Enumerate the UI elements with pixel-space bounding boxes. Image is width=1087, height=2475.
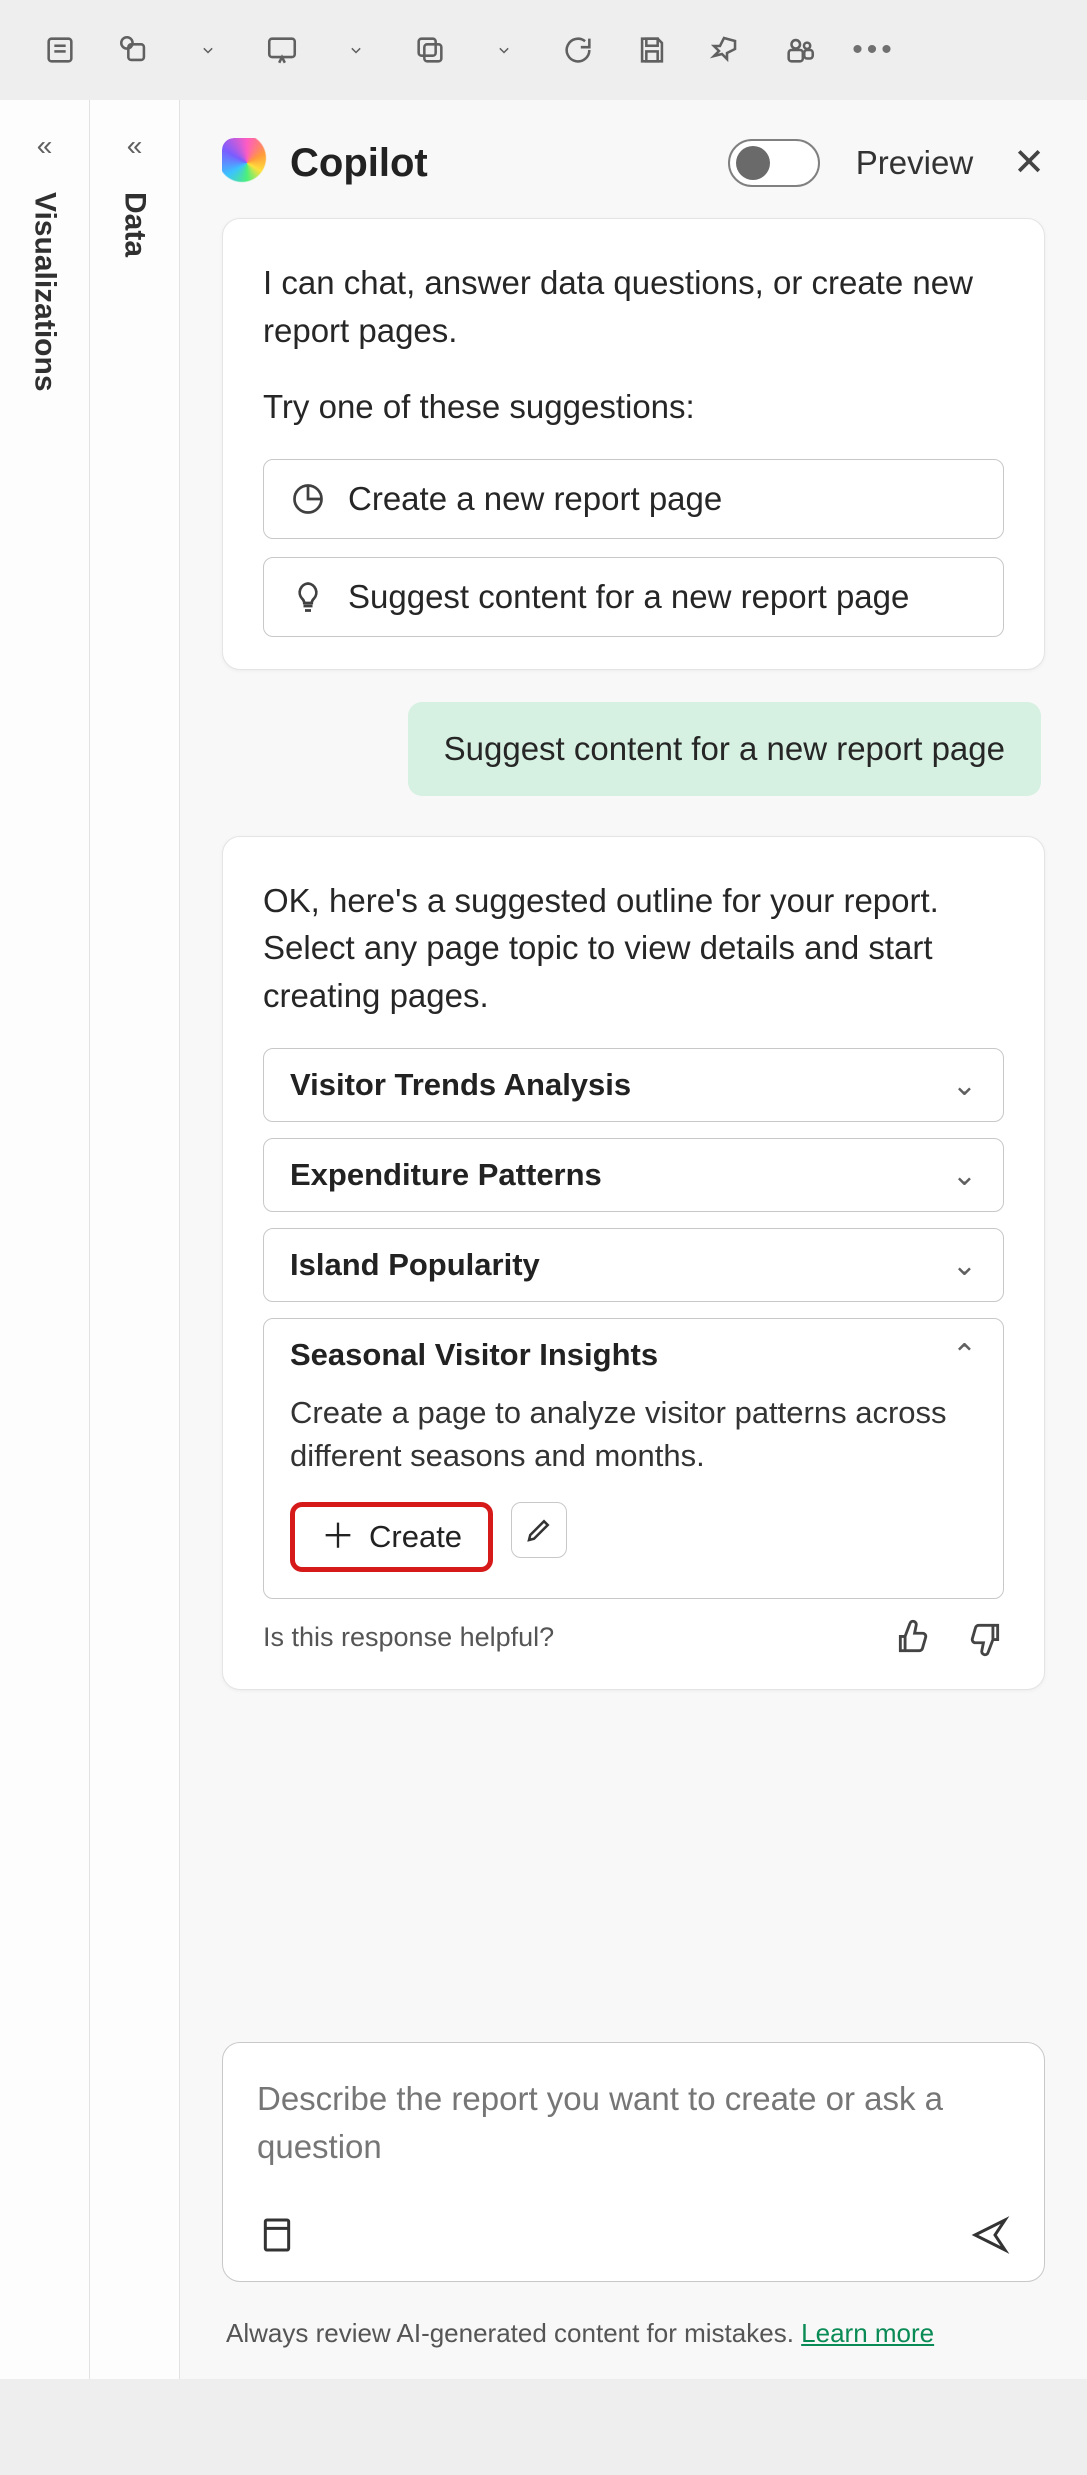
preview-toggle[interactable] <box>728 139 820 187</box>
chevron-down-icon[interactable] <box>188 30 228 70</box>
intro-card: I can chat, answer data questions, or cr… <box>222 218 1045 670</box>
lightbulb-icon <box>290 579 326 615</box>
pane-header: Copilot Preview ✕ <box>222 100 1045 218</box>
chevron-up-icon: ⌃ <box>952 1338 977 1373</box>
save-icon[interactable] <box>632 30 672 70</box>
footer-note: Always review AI-generated content for m… <box>222 2308 1045 2379</box>
topic-visitor-trends[interactable]: Visitor Trends Analysis ⌄ <box>263 1048 1004 1122</box>
pin-icon[interactable] <box>706 30 746 70</box>
thumbs-down-icon[interactable] <box>966 1619 1004 1657</box>
edit-button[interactable] <box>511 1502 567 1558</box>
create-button[interactable]: ＋ Create <box>290 1502 493 1572</box>
input-placeholder: Describe the report you want to create o… <box>257 2075 1010 2171</box>
feedback-row: Is this response helpful? <box>263 1619 1004 1657</box>
more-icon[interactable]: ••• <box>854 30 894 70</box>
create-button-label: Create <box>369 1519 462 1555</box>
collapse-icon[interactable]: « <box>37 130 53 162</box>
user-message: Suggest content for a new report page <box>408 702 1041 796</box>
refresh-icon[interactable] <box>558 30 598 70</box>
sidebar-label: Data <box>118 192 152 257</box>
close-icon[interactable]: ✕ <box>1013 144 1045 182</box>
chat-input[interactable]: Describe the report you want to create o… <box>222 2042 1045 2282</box>
sidebar-visualizations[interactable]: « Visualizations <box>0 100 90 2379</box>
preview-label: Preview <box>856 144 973 182</box>
topic-title: Seasonal Visitor Insights <box>290 1337 658 1373</box>
thumbs-up-icon[interactable] <box>894 1619 932 1657</box>
collapse-icon[interactable]: « <box>127 130 143 162</box>
suggestion-create-page[interactable]: Create a new report page <box>263 459 1004 539</box>
sidebar-data[interactable]: « Data <box>90 100 180 2379</box>
topic-seasonal-insights[interactable]: Seasonal Visitor Insights ⌃ Create a pag… <box>263 1318 1004 1599</box>
intro-greeting: I can chat, answer data questions, or cr… <box>263 259 1004 355</box>
suggestion-label: Create a new report page <box>348 480 722 518</box>
chevron-down-icon[interactable] <box>336 30 376 70</box>
chevron-down-icon: ⌄ <box>952 1158 977 1193</box>
topic-title: Expenditure Patterns <box>290 1157 602 1193</box>
chevron-down-icon[interactable] <box>484 30 524 70</box>
top-toolbar: ••• <box>0 0 1087 100</box>
topic-expenditure[interactable]: Expenditure Patterns ⌄ <box>263 1138 1004 1212</box>
suggestion-suggest-content[interactable]: Suggest content for a new report page <box>263 557 1004 637</box>
plus-icon: ＋ <box>321 1520 355 1554</box>
sidebar-label: Visualizations <box>28 192 62 392</box>
chevron-down-icon: ⌄ <box>952 1068 977 1103</box>
topic-title: Visitor Trends Analysis <box>290 1067 631 1103</box>
pane-title: Copilot <box>290 141 710 186</box>
footer-text: Always review AI-generated content for m… <box>226 2318 801 2348</box>
topic-description: Create a page to analyze visitor pattern… <box>264 1391 1003 1502</box>
teams-icon[interactable] <box>780 30 820 70</box>
duplicate-icon[interactable] <box>410 30 450 70</box>
outline-card: OK, here's a suggested outline for your … <box>222 836 1045 1690</box>
copilot-logo-icon <box>222 138 272 188</box>
copy-icon[interactable] <box>114 30 154 70</box>
intro-prompt: Try one of these suggestions: <box>263 383 1004 431</box>
suggestion-label: Suggest content for a new report page <box>348 578 909 616</box>
send-icon[interactable] <box>970 2215 1010 2255</box>
topic-title: Island Popularity <box>290 1247 540 1283</box>
pie-chart-icon <box>290 481 326 517</box>
chevron-down-icon: ⌄ <box>952 1248 977 1283</box>
topic-island-popularity[interactable]: Island Popularity ⌄ <box>263 1228 1004 1302</box>
report-page-icon[interactable] <box>257 2215 297 2255</box>
learn-more-link[interactable]: Learn more <box>801 2318 934 2348</box>
present-icon[interactable] <box>262 30 302 70</box>
copilot-pane: Copilot Preview ✕ I can chat, answer dat… <box>180 100 1087 2379</box>
feedback-prompt: Is this response helpful? <box>263 1622 554 1653</box>
panel-icon[interactable] <box>40 30 80 70</box>
pencil-icon <box>524 1515 554 1545</box>
outline-preamble: OK, here's a suggested outline for your … <box>263 877 1004 1021</box>
